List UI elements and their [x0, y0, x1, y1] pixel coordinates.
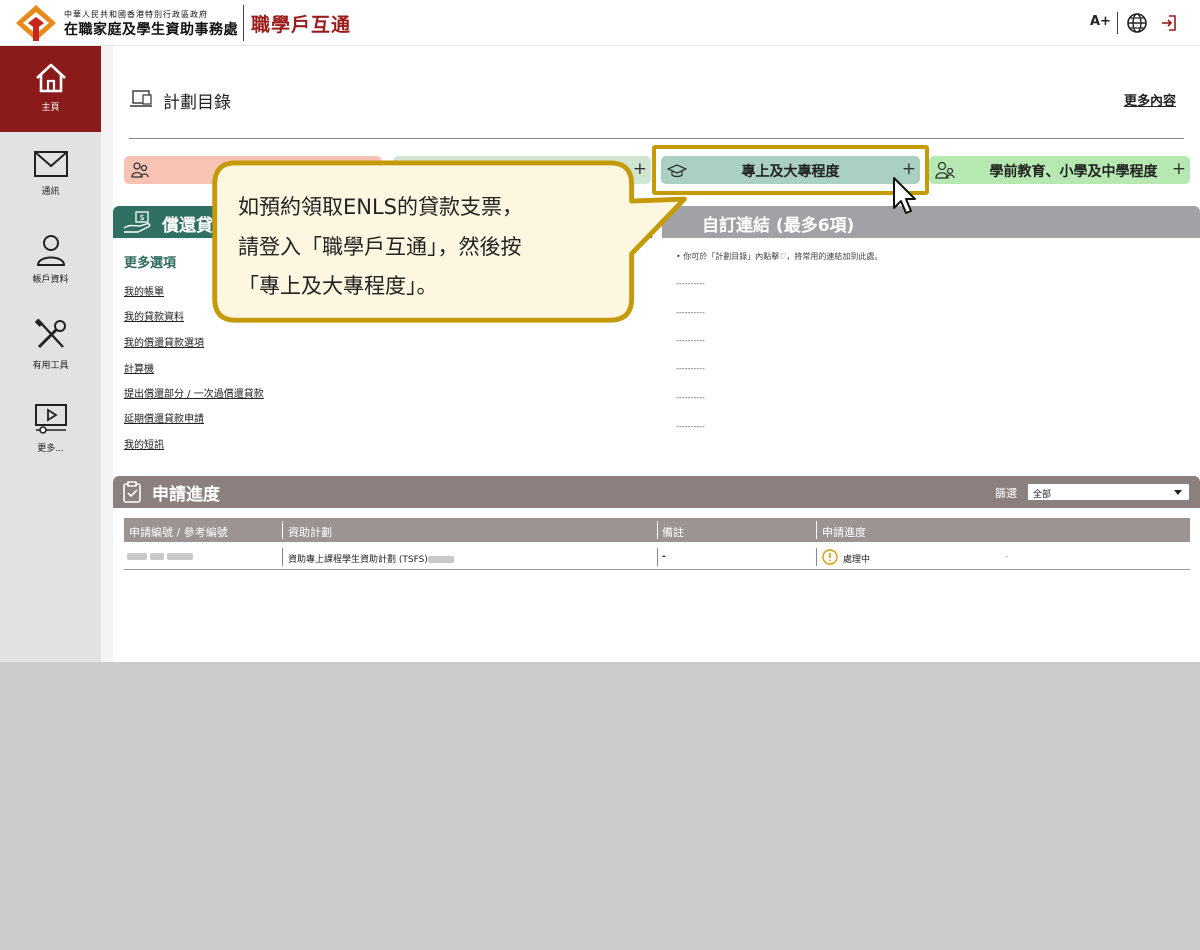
column-separator — [282, 548, 283, 566]
custom-link-slot: ---------- — [676, 336, 705, 345]
hand-money-icon: $ — [123, 211, 151, 233]
clipboard-icon — [123, 481, 141, 503]
more-options-heading: 更多選項 — [124, 256, 177, 271]
logout-icon[interactable] — [1160, 13, 1178, 33]
org-name-line2: 在職家庭及學生資助事務處 — [64, 22, 238, 38]
category-school-button[interactable]: 學前教育、小學及中學程度 + — [929, 156, 1190, 184]
sidebar-item-account[interactable]: 帳戶資料 — [0, 219, 101, 305]
government-logo-icon — [16, 5, 56, 41]
svg-text:$: $ — [139, 213, 144, 222]
my-bills-link[interactable]: 我的帳單 — [124, 283, 164, 298]
plan-directory-title: 計劃目錄 — [163, 93, 231, 113]
sidebar-item-home[interactable]: 主頁 — [0, 46, 101, 132]
column-separator — [282, 521, 283, 539]
custom-link-slot: ---------- — [676, 308, 705, 317]
category-button[interactable]: + — [393, 156, 651, 184]
custom-link-slot: ---------- — [676, 364, 705, 373]
filter-select[interactable]: 全部 — [1027, 483, 1190, 501]
tools-icon — [34, 318, 66, 349]
column-header: 資助計劃 — [288, 526, 332, 539]
my-sms-link[interactable]: 我的短訊 — [124, 436, 164, 451]
plan-name-cell: 資助專上課程學生資助計劃 (TSFS) — [288, 552, 454, 565]
column-header: 申請進度 — [822, 526, 866, 539]
category-in-work-family-button[interactable]: 在 — [124, 156, 382, 184]
repayment-options-link[interactable]: 我的償還貸款選項 — [124, 334, 204, 349]
custom-links-panel — [662, 206, 1200, 464]
callout-line-1: 如預約領取ENLS的貸款支票， — [238, 195, 524, 219]
remark-cell: - — [662, 552, 666, 562]
plus-icon: + — [1171, 159, 1186, 179]
extra-cell: - — [1005, 552, 1009, 562]
deferment-application-link[interactable]: 延期償還貸款申請 — [124, 410, 204, 425]
sidebar-item-label: 主頁 — [41, 103, 60, 113]
repayment-title: 償還貸 — [162, 216, 213, 236]
person-icon — [36, 235, 65, 266]
sidebar-item-label: 帳戶資料 — [32, 275, 69, 285]
filter-value: 全部 — [1033, 490, 1052, 500]
plan-name: 資助專上課程學生資助計劃 (TSFS) — [288, 555, 428, 565]
column-separator — [816, 521, 817, 539]
calculator-link[interactable]: 計算機 — [124, 360, 154, 375]
home-icon — [35, 63, 66, 93]
filter-label: 篩選 — [995, 487, 1017, 500]
category-label: 學前教育、小學及中學程度 — [989, 164, 1158, 180]
header-divider — [243, 5, 244, 41]
callout-line-2: 請登入「職學戶互通」，然後按 — [238, 235, 522, 259]
chevron-down-icon — [1174, 490, 1182, 495]
category-label: 在 — [246, 164, 260, 180]
partial-repayment-link[interactable]: 提出償還部分 / 一次過償還貸款 — [124, 385, 264, 400]
application-progress-title: 申請進度 — [152, 485, 220, 505]
category-tertiary-button[interactable]: 專上及大專程度 + — [661, 156, 920, 184]
parent-child-icon — [935, 161, 955, 179]
sidebar-item-tools[interactable]: 有用工具 — [0, 305, 101, 391]
laptop-icon — [130, 90, 152, 107]
custom-links-title: 自訂連結 (最多6項) — [702, 216, 855, 236]
column-separator — [657, 548, 658, 566]
custom-link-slot: ---------- — [676, 393, 705, 402]
status-cell: 處理中 — [843, 555, 871, 565]
font-size-button[interactable]: A+ — [1090, 14, 1111, 29]
custom-link-slot: ---------- — [676, 279, 705, 288]
more-content-link[interactable]: 更多內容 — [1124, 90, 1176, 109]
plus-icon: + — [632, 159, 647, 179]
custom-link-slot: ---------- — [676, 422, 705, 431]
divider — [129, 138, 1184, 139]
callout-line-3: 「專上及大專程度」。 — [238, 274, 438, 298]
header-separator — [1117, 12, 1118, 34]
content-gutter — [101, 46, 113, 662]
sidebar-item-messages[interactable]: 通訊 — [0, 133, 101, 219]
mail-icon — [33, 151, 68, 177]
my-loan-info-link[interactable]: 我的貸款資料 — [124, 308, 184, 323]
sidebar-item-more[interactable]: 更多... — [0, 390, 101, 476]
app-name: 職學戶互通 — [251, 14, 352, 36]
column-separator — [657, 521, 658, 539]
custom-links-hint: • 你可於「計劃目錄」內點擊♡，將常用的連結加到此處。 — [676, 252, 883, 261]
application-number-redacted — [127, 552, 193, 562]
column-header: 申請編號 / 參考編號 — [129, 526, 228, 539]
category-label: 專上及大專程度 — [741, 164, 840, 180]
globe-icon[interactable] — [1126, 12, 1148, 34]
info-circle-icon — [822, 549, 838, 565]
column-header: 備註 — [662, 526, 684, 539]
sidebar-item-label: 有用工具 — [32, 361, 69, 371]
sidebar-item-label: 更多... — [37, 444, 64, 454]
sidebar-item-label: 通訊 — [41, 187, 60, 197]
plus-icon: + — [901, 159, 916, 179]
column-separator — [816, 548, 817, 566]
video-icon — [34, 404, 67, 434]
